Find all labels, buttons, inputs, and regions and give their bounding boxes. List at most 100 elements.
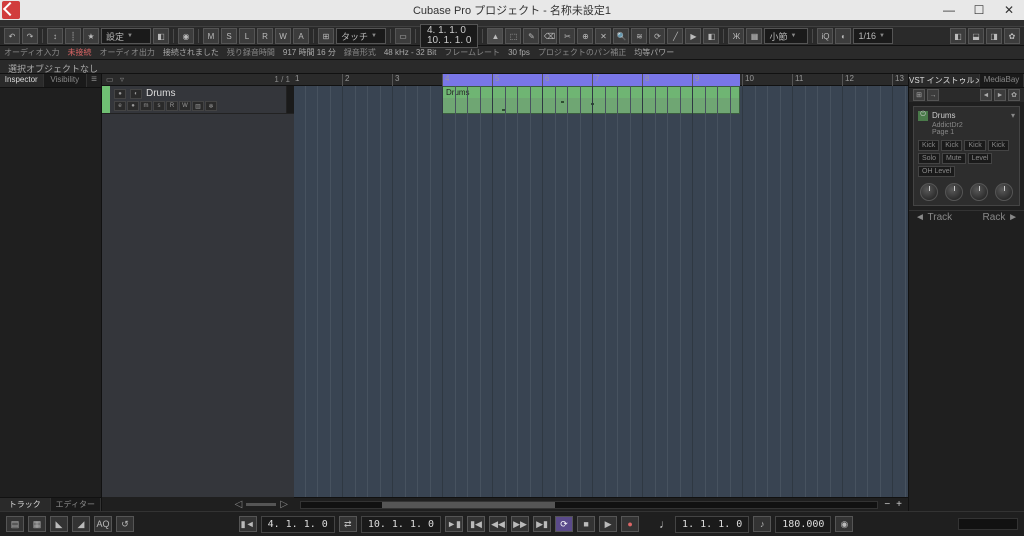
- draw-tool-button[interactable]: ✎: [523, 28, 539, 44]
- param-label[interactable]: Solo: [918, 153, 940, 164]
- color-tool-button[interactable]: ◧: [703, 28, 719, 44]
- hzoom-out-button[interactable]: −: [884, 499, 890, 510]
- arrange-view[interactable]: 12345678910111213 Drums − +: [294, 74, 908, 511]
- rack-rack-toggle[interactable]: Rack ►: [983, 212, 1018, 223]
- config-dropdown[interactable]: 設定: [101, 28, 151, 44]
- autoscroll-icon[interactable]: ▭: [395, 28, 411, 44]
- tp-play-button[interactable]: ▶: [599, 516, 617, 532]
- tp-locator-right-button[interactable]: ►▮: [445, 516, 463, 532]
- grid-type-dropdown[interactable]: 小節: [764, 28, 808, 44]
- tp-stop-button[interactable]: ■: [577, 516, 595, 532]
- inst-power-icon[interactable]: ⏻: [918, 111, 928, 121]
- suspend-button[interactable]: A: [293, 28, 309, 44]
- tp-record-button[interactable]: ●: [621, 516, 639, 532]
- tp-retro-icon[interactable]: ↺: [116, 516, 134, 532]
- param-label[interactable]: Level: [968, 153, 993, 164]
- tp-exchange-icon[interactable]: ⇄: [339, 516, 357, 532]
- automation-mode-dropdown[interactable]: タッチ: [336, 28, 386, 44]
- tp-next-marker-button[interactable]: ▶▮: [533, 516, 551, 532]
- erase-tool-button[interactable]: ⌫: [541, 28, 557, 44]
- midi-event[interactable]: Drums: [442, 86, 740, 114]
- hzoom-in-button[interactable]: +: [896, 499, 902, 510]
- grid-icon[interactable]: ▦: [746, 28, 762, 44]
- tab-editor[interactable]: エディター: [51, 498, 102, 511]
- tp-secondary-time[interactable]: 10. 1. 1. 0: [361, 516, 441, 533]
- track-read-button[interactable]: R: [166, 101, 178, 111]
- track-freeze-button[interactable]: ❄: [205, 101, 217, 111]
- tab-mediabay[interactable]: MediaBay: [980, 74, 1024, 87]
- track-solo-button[interactable]: s: [153, 101, 165, 111]
- tp-punch-out-button[interactable]: ◢: [72, 516, 90, 532]
- tp-tempo-track-icon[interactable]: ♪: [753, 516, 771, 532]
- tp-tempo[interactable]: 180.000: [775, 516, 831, 533]
- tab-inspector[interactable]: Inspector: [0, 74, 44, 87]
- quantize-value-dropdown[interactable]: 1/16: [853, 28, 893, 44]
- instrument-slot[interactable]: ⏻ Drums AddictDr2 Page 1 ▾ Kick Kick Kic…: [913, 106, 1020, 206]
- expand-all-icon[interactable]: ▭: [106, 75, 116, 85]
- qc-knob[interactable]: [920, 183, 938, 201]
- close-button[interactable]: ✕: [994, 0, 1024, 20]
- tab-visibility[interactable]: Visibility: [44, 74, 88, 87]
- split-tool-button[interactable]: ✂: [559, 28, 575, 44]
- rack-add-icon[interactable]: ⊞: [913, 89, 925, 101]
- tp-click-button[interactable]: ◉: [835, 516, 853, 532]
- param-label[interactable]: Kick: [941, 140, 962, 151]
- track-insert-button[interactable]: ●: [127, 101, 139, 111]
- track-rec-button[interactable]: ●: [114, 89, 126, 99]
- tab-track[interactable]: トラック: [0, 498, 51, 511]
- tp-virgin-icon[interactable]: ▦: [28, 516, 46, 532]
- snap-icon[interactable]: ┊: [65, 28, 81, 44]
- comp-tool-button[interactable]: ≋: [631, 28, 647, 44]
- automation-panel-icon[interactable]: ⊞: [318, 28, 334, 44]
- track-write-button[interactable]: W: [179, 101, 191, 111]
- track-mute-button[interactable]: m: [140, 101, 152, 111]
- arrow-tool-button[interactable]: ▲: [487, 28, 503, 44]
- zoom-tool-button[interactable]: 🔍: [613, 28, 629, 44]
- track-lane-button[interactable]: ▥: [192, 101, 204, 111]
- maximize-button[interactable]: ☐: [964, 0, 994, 20]
- track-zoom-in-button[interactable]: ▷: [280, 499, 288, 510]
- tp-rewind-button[interactable]: ◀◀: [489, 516, 507, 532]
- track-mon-button[interactable]: ◐: [130, 89, 142, 99]
- layout-right-button[interactable]: ◨: [986, 28, 1002, 44]
- home-icon[interactable]: ◉: [178, 28, 194, 44]
- param-label[interactable]: Kick: [918, 140, 939, 151]
- color-icon[interactable]: ◧: [153, 28, 169, 44]
- snap-toggle-button[interactable]: Ж: [728, 28, 744, 44]
- param-label[interactable]: Kick: [964, 140, 985, 151]
- rack-track-toggle[interactable]: ◄ Track: [915, 212, 952, 223]
- qc-knob[interactable]: [945, 183, 963, 201]
- rack-prev-icon[interactable]: ◄: [980, 89, 992, 101]
- redo-button[interactable]: ↷: [22, 28, 38, 44]
- tp-signature[interactable]: 1. 1. 1. 0: [675, 516, 749, 533]
- undo-button[interactable]: ↶: [4, 28, 20, 44]
- solo-all-button[interactable]: S: [221, 28, 237, 44]
- qc-knob[interactable]: [970, 183, 988, 201]
- param-label[interactable]: Mute: [942, 153, 966, 164]
- minimize-button[interactable]: —: [934, 0, 964, 20]
- listen-button[interactable]: L: [239, 28, 255, 44]
- read-button[interactable]: R: [257, 28, 273, 44]
- glue-tool-button[interactable]: ⊕: [577, 28, 593, 44]
- h-scrollbar[interactable]: [300, 501, 878, 509]
- tp-primary-time[interactable]: 4. 1. 1. 0: [261, 516, 335, 533]
- range-tool-button[interactable]: ⬚: [505, 28, 521, 44]
- tp-cycle-button[interactable]: ⟳: [555, 516, 573, 532]
- mute-all-button[interactable]: M: [203, 28, 219, 44]
- tp-perf-icon[interactable]: ▤: [6, 516, 24, 532]
- timeline-ruler[interactable]: 12345678910111213: [294, 74, 908, 86]
- filter-icon[interactable]: ▿: [120, 75, 130, 85]
- quantize-apply-button[interactable]: iQ: [817, 28, 833, 44]
- tp-forward-button[interactable]: ▶▶: [511, 516, 529, 532]
- write-button[interactable]: W: [275, 28, 291, 44]
- tp-prev-marker-button[interactable]: ▮◀: [467, 516, 485, 532]
- rack-find-icon[interactable]: →: [927, 89, 939, 101]
- tp-punch-in-button[interactable]: ◣: [50, 516, 68, 532]
- rack-next-icon[interactable]: ►: [994, 89, 1006, 101]
- star-icon[interactable]: ★: [83, 28, 99, 44]
- tp-locator-left-button[interactable]: ▮◄: [239, 516, 257, 532]
- track-edit-button[interactable]: e: [114, 101, 126, 111]
- tab-menu-icon[interactable]: ≡: [87, 74, 101, 87]
- param-label[interactable]: Kick: [988, 140, 1009, 151]
- inst-menu-icon[interactable]: ▾: [1011, 111, 1015, 120]
